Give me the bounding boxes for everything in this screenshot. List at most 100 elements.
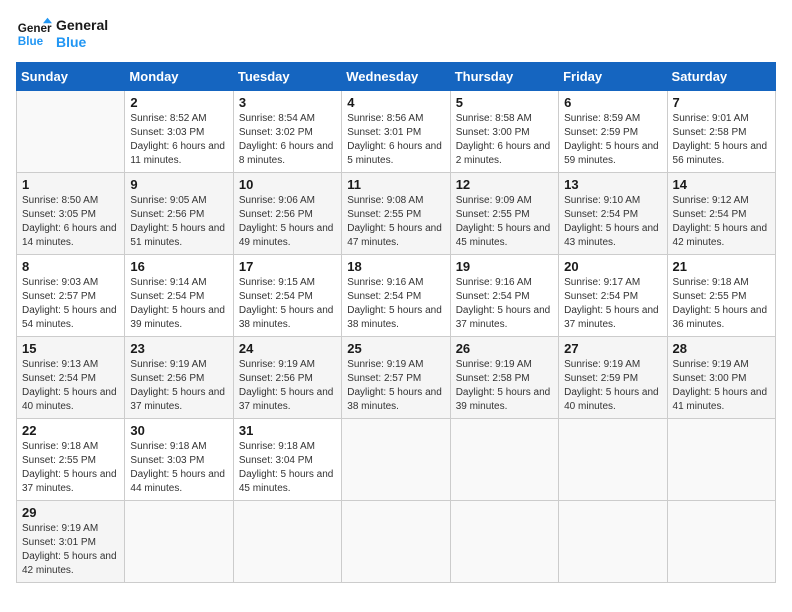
day-number: 5 bbox=[456, 95, 553, 110]
calendar-day-18: 18 Sunrise: 9:16 AMSunset: 2:54 PMDayligh… bbox=[342, 255, 450, 337]
calendar-row-5: 29 Sunrise: 9:19 AMSunset: 3:01 PMDayligh… bbox=[17, 501, 776, 583]
day-info: Sunrise: 9:01 AMSunset: 2:58 PMDaylight:… bbox=[673, 112, 770, 168]
day-info: Sunrise: 9:12 AMSunset: 2:54 PMDaylight:… bbox=[673, 194, 770, 250]
day-info: Sunrise: 9:19 AMSunset: 2:56 PMDaylight:… bbox=[239, 358, 336, 414]
calendar-empty-cell bbox=[667, 501, 775, 583]
weekday-header-monday: Monday bbox=[125, 63, 233, 91]
calendar-row-3: 15Sunrise: 9:13 AMSunset: 2:54 PMDayligh… bbox=[17, 337, 776, 419]
day-info: Sunrise: 9:06 AMSunset: 2:56 PMDaylight:… bbox=[239, 194, 336, 250]
day-number: 26 bbox=[456, 341, 553, 356]
day-number: 8 bbox=[22, 259, 119, 274]
day-number: 13 bbox=[564, 177, 661, 192]
calendar-day-23: 23 Sunrise: 9:19 AMSunset: 2:56 PMDayligh… bbox=[125, 337, 233, 419]
day-number: 7 bbox=[673, 95, 770, 110]
calendar-day-24: 24 Sunrise: 9:19 AMSunset: 2:56 PMDayligh… bbox=[233, 337, 341, 419]
day-info: Sunrise: 9:05 AMSunset: 2:56 PMDaylight:… bbox=[130, 194, 227, 250]
header: General Blue General Blue bbox=[16, 16, 776, 52]
svg-text:Blue: Blue bbox=[18, 35, 44, 48]
weekday-header-saturday: Saturday bbox=[667, 63, 775, 91]
day-info: Sunrise: 9:18 AMSunset: 3:03 PMDaylight:… bbox=[130, 440, 227, 496]
calendar-day-16: 16 Sunrise: 9:14 AMSunset: 2:54 PMDayligh… bbox=[125, 255, 233, 337]
calendar-header-row: SundayMondayTuesdayWednesdayThursdayFrid… bbox=[17, 63, 776, 91]
day-number: 31 bbox=[239, 423, 336, 438]
weekday-header-tuesday: Tuesday bbox=[233, 63, 341, 91]
day-info: Sunrise: 8:50 AMSunset: 3:05 PMDaylight:… bbox=[22, 194, 119, 250]
day-info: Sunrise: 8:54 AMSunset: 3:02 PMDaylight:… bbox=[239, 112, 336, 168]
calendar-empty-cell bbox=[667, 419, 775, 501]
calendar-row-0: 2 Sunrise: 8:52 AMSunset: 3:03 PMDaylight… bbox=[17, 91, 776, 173]
day-number: 30 bbox=[130, 423, 227, 438]
day-number: 19 bbox=[456, 259, 553, 274]
day-info: Sunrise: 9:18 AMSunset: 3:04 PMDaylight:… bbox=[239, 440, 336, 496]
day-info: Sunrise: 9:19 AMSunset: 2:56 PMDaylight:… bbox=[130, 358, 227, 414]
calendar-day-5: 5 Sunrise: 8:58 AMSunset: 3:00 PMDaylight… bbox=[450, 91, 558, 173]
calendar-day-21: 21Sunrise: 9:18 AMSunset: 2:55 PMDayligh… bbox=[667, 255, 775, 337]
calendar-day-25: 25Sunrise: 9:19 AMSunset: 2:57 PMDayligh… bbox=[342, 337, 450, 419]
day-number: 11 bbox=[347, 177, 444, 192]
calendar-day-31: 31 Sunrise: 9:18 AMSunset: 3:04 PMDayligh… bbox=[233, 419, 341, 501]
calendar-day-20: 20 Sunrise: 9:17 AMSunset: 2:54 PMDayligh… bbox=[559, 255, 667, 337]
day-number: 29 bbox=[22, 505, 119, 520]
day-info: Sunrise: 8:56 AMSunset: 3:01 PMDaylight:… bbox=[347, 112, 444, 168]
day-number: 15 bbox=[22, 341, 119, 356]
day-info: Sunrise: 9:08 AMSunset: 2:55 PMDaylight:… bbox=[347, 194, 444, 250]
day-number: 2 bbox=[130, 95, 227, 110]
calendar-row-4: 22Sunrise: 9:18 AMSunset: 2:55 PMDayligh… bbox=[17, 419, 776, 501]
day-info: Sunrise: 9:16 AMSunset: 2:54 PMDaylight:… bbox=[456, 276, 553, 332]
calendar-empty-cell bbox=[17, 91, 125, 173]
calendar-day-22: 22Sunrise: 9:18 AMSunset: 2:55 PMDayligh… bbox=[17, 419, 125, 501]
day-info: Sunrise: 9:19 AMSunset: 3:00 PMDaylight:… bbox=[673, 358, 770, 414]
calendar-day-28: 28 Sunrise: 9:19 AMSunset: 3:00 PMDayligh… bbox=[667, 337, 775, 419]
day-number: 12 bbox=[456, 177, 553, 192]
day-info: Sunrise: 9:15 AMSunset: 2:54 PMDaylight:… bbox=[239, 276, 336, 332]
day-number: 20 bbox=[564, 259, 661, 274]
calendar-day-19: 19 Sunrise: 9:16 AMSunset: 2:54 PMDayligh… bbox=[450, 255, 558, 337]
calendar-day-3: 3 Sunrise: 8:54 AMSunset: 3:02 PMDaylight… bbox=[233, 91, 341, 173]
day-info: Sunrise: 9:19 AMSunset: 2:59 PMDaylight:… bbox=[564, 358, 661, 414]
calendar-empty-cell bbox=[125, 501, 233, 583]
calendar-day-17: 17 Sunrise: 9:15 AMSunset: 2:54 PMDayligh… bbox=[233, 255, 341, 337]
day-info: Sunrise: 8:52 AMSunset: 3:03 PMDaylight:… bbox=[130, 112, 227, 168]
calendar-day-10: 10 Sunrise: 9:06 AMSunset: 2:56 PMDayligh… bbox=[233, 173, 341, 255]
day-number: 23 bbox=[130, 341, 227, 356]
calendar-day-29: 29 Sunrise: 9:19 AMSunset: 3:01 PMDayligh… bbox=[17, 501, 125, 583]
logo-line2: Blue bbox=[56, 34, 108, 51]
day-info: Sunrise: 9:03 AMSunset: 2:57 PMDaylight:… bbox=[22, 276, 119, 332]
calendar-empty-cell bbox=[233, 501, 341, 583]
calendar-day-13: 13Sunrise: 9:10 AMSunset: 2:54 PMDayligh… bbox=[559, 173, 667, 255]
calendar-empty-cell bbox=[450, 419, 558, 501]
day-number: 16 bbox=[130, 259, 227, 274]
calendar-day-9: 9 Sunrise: 9:05 AMSunset: 2:56 PMDaylight… bbox=[125, 173, 233, 255]
day-number: 3 bbox=[239, 95, 336, 110]
day-number: 9 bbox=[130, 177, 227, 192]
day-number: 27 bbox=[564, 341, 661, 356]
day-info: Sunrise: 9:19 AMSunset: 2:57 PMDaylight:… bbox=[347, 358, 444, 414]
day-number: 6 bbox=[564, 95, 661, 110]
weekday-header-wednesday: Wednesday bbox=[342, 63, 450, 91]
day-number: 24 bbox=[239, 341, 336, 356]
calendar-table: SundayMondayTuesdayWednesdayThursdayFrid… bbox=[16, 62, 776, 583]
calendar-empty-cell bbox=[342, 501, 450, 583]
day-number: 10 bbox=[239, 177, 336, 192]
day-info: Sunrise: 9:16 AMSunset: 2:54 PMDaylight:… bbox=[347, 276, 444, 332]
day-info: Sunrise: 9:19 AMSunset: 3:01 PMDaylight:… bbox=[22, 522, 119, 578]
day-number: 4 bbox=[347, 95, 444, 110]
calendar-day-11: 11 Sunrise: 9:08 AMSunset: 2:55 PMDayligh… bbox=[342, 173, 450, 255]
calendar-day-6: 6Sunrise: 8:59 AMSunset: 2:59 PMDaylight… bbox=[559, 91, 667, 173]
day-number: 18 bbox=[347, 259, 444, 274]
calendar-day-27: 27 Sunrise: 9:19 AMSunset: 2:59 PMDayligh… bbox=[559, 337, 667, 419]
calendar-empty-cell bbox=[559, 419, 667, 501]
calendar-day-12: 12 Sunrise: 9:09 AMSunset: 2:55 PMDayligh… bbox=[450, 173, 558, 255]
logo-line1: General bbox=[56, 17, 108, 34]
calendar-body: 2 Sunrise: 8:52 AMSunset: 3:03 PMDaylight… bbox=[17, 91, 776, 583]
day-info: Sunrise: 8:58 AMSunset: 3:00 PMDaylight:… bbox=[456, 112, 553, 168]
calendar-empty-cell bbox=[450, 501, 558, 583]
day-number: 22 bbox=[22, 423, 119, 438]
day-info: Sunrise: 9:17 AMSunset: 2:54 PMDaylight:… bbox=[564, 276, 661, 332]
day-number: 28 bbox=[673, 341, 770, 356]
day-number: 17 bbox=[239, 259, 336, 274]
logo: General Blue General Blue bbox=[16, 16, 108, 52]
day-info: Sunrise: 9:09 AMSunset: 2:55 PMDaylight:… bbox=[456, 194, 553, 250]
day-info: Sunrise: 9:14 AMSunset: 2:54 PMDaylight:… bbox=[130, 276, 227, 332]
weekday-header-thursday: Thursday bbox=[450, 63, 558, 91]
